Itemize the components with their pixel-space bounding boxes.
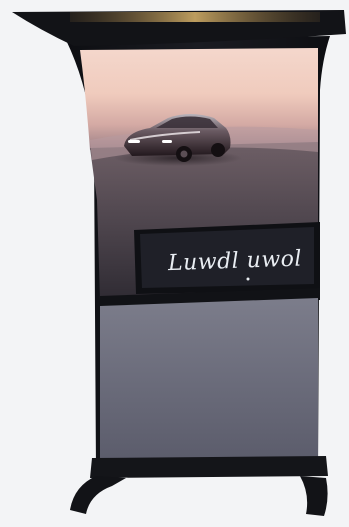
car-wheel-rear	[211, 143, 225, 157]
kiosk-foot-left	[70, 476, 126, 514]
signature-panel: Luwdl uwol	[134, 222, 320, 294]
car-headlight-right	[162, 140, 172, 143]
lower-screen	[100, 298, 318, 462]
signature-text: Luwdl uwol	[167, 246, 303, 276]
signature-dot	[246, 277, 250, 281]
car-wheel-front-rim	[180, 150, 188, 158]
car-headlight-left	[128, 140, 140, 143]
canopy-light-strip	[70, 12, 320, 22]
kiosk-base-bar	[90, 456, 328, 478]
digital-signage-kiosk: Luwdl uwol	[12, 10, 346, 516]
kiosk-foot-right	[300, 476, 328, 516]
